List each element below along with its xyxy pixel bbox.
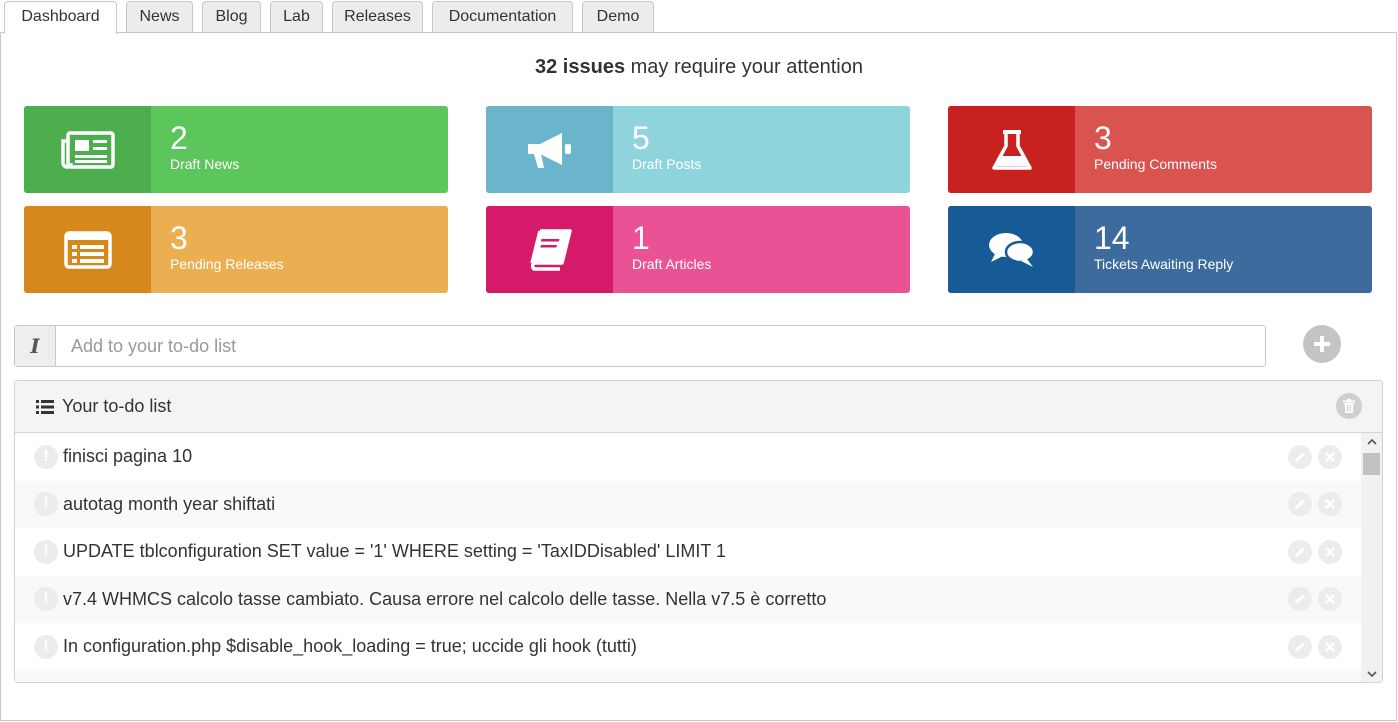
tab-bar: Dashboard News Blog Lab Releases Documen… [0, 0, 1398, 34]
pencil-icon [1295, 452, 1305, 462]
edit-todo-button[interactable] [1288, 492, 1312, 517]
todo-item-text: UPDATE tblconfiguration SET value = '1' … [63, 541, 727, 562]
comments-icon [948, 206, 1075, 293]
todo-items: ! finisci pagina 10 ! autotag month year… [15, 433, 1361, 682]
edit-todo-button[interactable] [1288, 634, 1312, 659]
delete-todo-button[interactable] [1318, 444, 1342, 469]
priority-icon[interactable]: ! [34, 634, 58, 659]
pencil-icon [1295, 499, 1305, 510]
attention-headline: 32 issues may require your attention [0, 56, 1398, 79]
plus-icon [1314, 336, 1330, 352]
priority-icon[interactable]: ! [34, 587, 58, 612]
trash-icon [1343, 399, 1355, 413]
list-icon [36, 399, 54, 414]
todo-item-text: autotag month year shiftati [63, 493, 276, 514]
todo-scrollbar[interactable] [1361, 433, 1382, 682]
list-card-icon [24, 206, 151, 293]
pencil-icon [1295, 594, 1305, 605]
todo-input-group: I [14, 325, 1266, 367]
tab-news[interactable]: News [126, 1, 193, 33]
tab-releases[interactable]: Releases [332, 1, 423, 33]
todo-item-text: finisci pagina 10 [63, 446, 193, 467]
todo-item-text: In configuration.php $disable_hook_loadi… [63, 636, 637, 657]
pencil-icon [1295, 642, 1305, 652]
add-todo-button[interactable] [1303, 325, 1341, 363]
tile-pending-releases[interactable]: 3 Pending Releases [24, 206, 448, 293]
edit-todo-button[interactable] [1288, 539, 1312, 564]
book-icon [486, 206, 613, 293]
tab-demo[interactable]: Demo [582, 1, 654, 33]
tile-value: 1 [632, 220, 650, 256]
tile-label: Tickets Awaiting Reply [1094, 256, 1234, 272]
clear-todo-button[interactable] [1336, 393, 1362, 419]
tile-label: Pending Comments [1094, 156, 1217, 172]
tile-label: Draft News [170, 156, 240, 172]
todo-item-partial [15, 670, 1361, 682]
tile-value: 5 [632, 120, 650, 156]
tile-value: 2 [170, 120, 188, 156]
chevron-down-icon [1366, 671, 1377, 677]
delete-todo-button[interactable] [1318, 634, 1342, 659]
megaphone-icon [486, 106, 613, 193]
todo-item-text: v7.4 WHMCS calcolo tasse cambiato. Causa… [63, 588, 827, 609]
tile-label: Draft Articles [632, 256, 712, 272]
todo-item: ! finisci pagina 10 [15, 433, 1361, 481]
tab-lab[interactable]: Lab [270, 1, 323, 33]
tile-draft-posts[interactable]: 5 Draft Posts [486, 106, 910, 193]
tab-dashboard[interactable]: Dashboard [4, 1, 117, 34]
tab-documentation[interactable]: Documentation [432, 1, 573, 33]
todo-item: ! In configuration.php $disable_hook_loa… [15, 623, 1361, 671]
tile-value: 14 [1094, 220, 1130, 256]
todo-list-title: Your to-do list [62, 396, 172, 416]
tile-tickets-awaiting-reply[interactable]: 14 Tickets Awaiting Reply [948, 206, 1372, 293]
tab-blog[interactable]: Blog [202, 1, 261, 33]
newspaper-icon [24, 106, 151, 193]
tile-label: Pending Releases [170, 256, 284, 272]
todo-input[interactable] [56, 326, 1265, 366]
tile-value: 3 [1094, 120, 1112, 156]
todo-item: ! autotag month year shiftati [15, 480, 1361, 528]
tile-label: Draft Posts [632, 156, 702, 172]
italic-cursor-icon: I [15, 326, 56, 366]
headline-suffix: may require your attention [625, 56, 863, 78]
delete-todo-button[interactable] [1318, 587, 1342, 612]
close-icon [1325, 641, 1335, 652]
tile-value: 3 [170, 220, 188, 256]
tile-draft-articles[interactable]: 1 Draft Articles [486, 206, 910, 293]
priority-icon[interactable]: ! [34, 492, 58, 517]
todo-item: ! UPDATE tblconfiguration SET value = '1… [15, 528, 1361, 576]
priority-icon[interactable]: ! [34, 539, 58, 564]
chevron-up-icon [1366, 439, 1377, 445]
scroll-up-arrow[interactable] [1361, 433, 1382, 451]
delete-todo-button[interactable] [1318, 492, 1342, 517]
scroll-down-arrow[interactable] [1361, 665, 1382, 682]
close-icon [1325, 594, 1335, 605]
todo-list-panel: Your to-do list ! finisci pagina 10 ! au… [14, 380, 1383, 683]
tile-pending-comments[interactable]: 3 Pending Comments [948, 106, 1372, 193]
close-icon [1325, 499, 1335, 510]
tile-draft-news[interactable]: 2 Draft News [24, 106, 448, 193]
edit-todo-button[interactable] [1288, 587, 1312, 612]
pencil-icon [1295, 547, 1305, 557]
scroll-thumb[interactable] [1363, 453, 1380, 475]
close-icon [1325, 451, 1335, 462]
issues-count: 32 issues [535, 56, 626, 78]
priority-icon[interactable]: ! [34, 444, 58, 469]
flask-icon [948, 106, 1075, 193]
todo-item: ! v7.4 WHMCS calcolo tasse cambiato. Cau… [15, 575, 1361, 623]
edit-todo-button[interactable] [1288, 444, 1312, 469]
delete-todo-button[interactable] [1318, 539, 1342, 564]
todo-list-header: Your to-do list [15, 381, 1382, 433]
close-icon [1325, 546, 1335, 557]
